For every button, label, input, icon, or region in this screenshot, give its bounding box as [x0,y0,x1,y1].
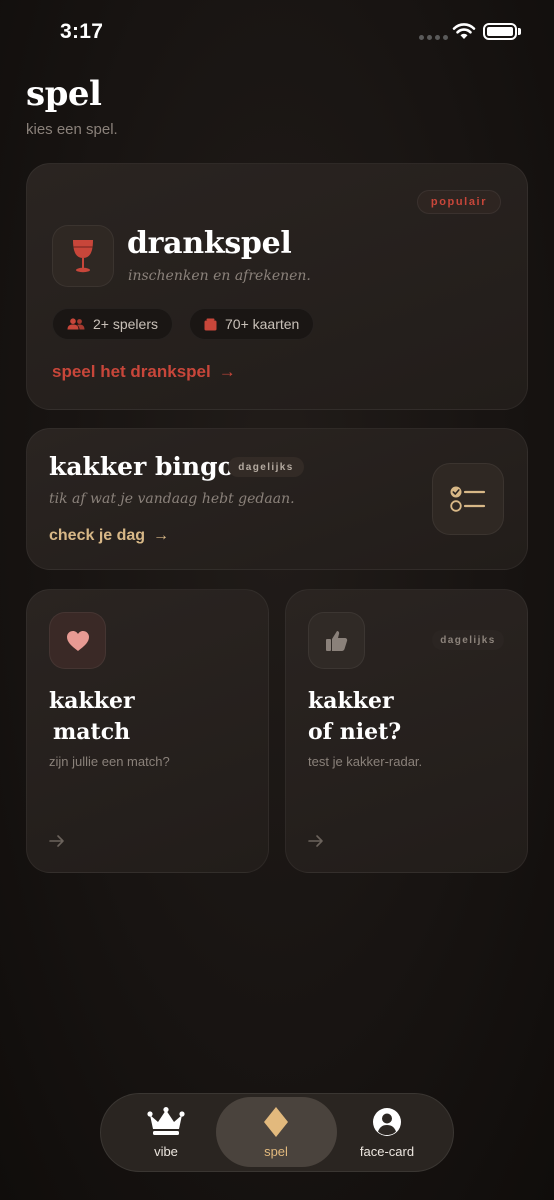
kakker-match-subtitle: zijn jullie een match? [49,754,170,769]
play-drankspel-label: speel het drankspel [52,362,211,381]
battery-icon [483,23,517,40]
kakker-of-niet-arrow-icon[interactable] [308,834,324,853]
kakker-of-niet-title: kakker of niet? [308,688,402,745]
wine-glass-icon [52,225,114,287]
page-title: spel [26,74,102,114]
arrow-right-icon: → [153,527,170,544]
crown-icon [147,1106,185,1138]
tab-vibe-label: vibe [154,1144,178,1159]
kakker-of-niet-subtitle: test je kakker-radar. [308,754,423,769]
check-day-button[interactable]: check je dag → [49,527,169,545]
play-drankspel-button[interactable]: speel het drankspel → [52,362,236,382]
kakker-match-arrow-icon[interactable] [49,834,65,853]
players-icon [67,318,85,330]
tab-vibe[interactable]: vibe [111,1106,221,1159]
cards-chip: 70+ kaarten [189,308,315,340]
players-chip: 2+ spelers [52,308,173,340]
user-icon [372,1106,402,1138]
checklist-icon [432,463,504,535]
drankspel-title: drankspel [127,226,292,261]
status-time: 3:17 [60,20,104,43]
kakker-bingo-title: kakker bingo [49,452,235,481]
tab-spel[interactable]: spel [221,1106,331,1159]
tab-spel-label: spel [264,1144,288,1159]
cards-chip-label: 70+ kaarten [225,316,300,332]
thumbs-up-icon [308,612,365,669]
kakker-match-title: kakker match [49,688,135,745]
tab-face-card-label: face-card [359,1144,415,1159]
popular-badge: populair [417,190,501,214]
check-day-label: check je dag [49,527,146,544]
players-chip-label: 2+ spelers [93,316,158,332]
cards-icon [204,318,217,330]
kakker-bingo-subtitle: tik af wat je vandaag hebt gedaan. [49,491,295,507]
wifi-icon [452,23,476,39]
drankspel-subtitle: inschenken en afrekenen. [128,268,311,284]
diamond-icon [263,1106,289,1138]
daily-badge: dagelijks [228,457,304,477]
page-subtitle: kies een spel. [26,121,118,138]
heart-icon [49,612,106,669]
arrow-right-icon: → [218,362,236,381]
signal-icon [419,35,448,40]
tab-face-card[interactable]: face-card [332,1106,442,1159]
status-bar: 3:17 [0,0,554,64]
daily-badge: dagelijks [432,630,504,650]
